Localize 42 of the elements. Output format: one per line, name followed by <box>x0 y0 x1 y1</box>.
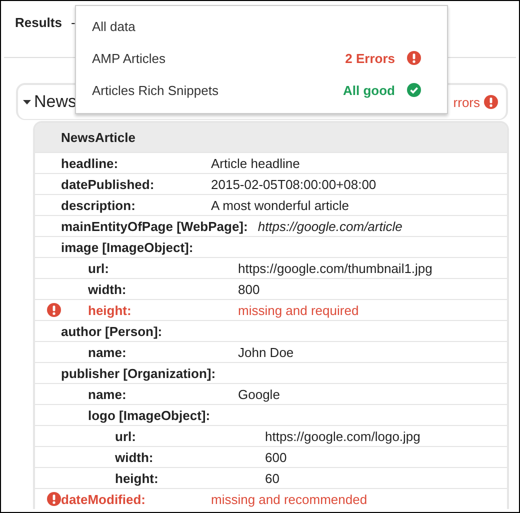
property-name: width: <box>115 450 154 464</box>
menu-item[interactable]: AMP Articles 2 Errors <box>76 42 447 74</box>
status-text: rrors <box>453 94 480 110</box>
property-name: height: <box>88 302 132 318</box>
check-icon <box>407 83 421 97</box>
property-name: headline: <box>61 156 120 170</box>
error-icon <box>407 51 421 65</box>
property-name: datePublished: <box>61 176 156 192</box>
property-value: Article headline <box>211 156 300 170</box>
property-name: description: <box>61 198 136 212</box>
property-value: missing and required <box>238 302 359 318</box>
property-link[interactable]: https://google.com/article <box>258 218 402 234</box>
property-name: author [Person]: <box>61 324 164 338</box>
card-title: News <box>34 92 78 112</box>
error-icon <box>484 95 498 109</box>
property-name: height: <box>115 470 160 486</box>
property-value: Google <box>238 386 280 402</box>
property-name: url: <box>115 428 137 444</box>
menu-item[interactable]: All data <box>76 10 447 42</box>
menu-item[interactable]: Articles Rich Snippets All good <box>76 74 447 106</box>
property-name: dateModified: <box>61 492 146 506</box>
caret-down-icon[interactable] <box>23 98 31 106</box>
type-heading: NewsArticle <box>35 123 507 152</box>
property-name: width: <box>88 282 128 296</box>
property-value: https://google.com/logo.jpg <box>265 428 420 444</box>
property-name: mainEntityOfPage [WebPage]: <box>61 218 248 234</box>
property-value: 600 <box>265 450 287 464</box>
property-name: name: <box>88 344 128 360</box>
separator-text: - <box>70 15 76 30</box>
property-value: 800 <box>238 282 260 296</box>
property-value: missing and recommended <box>211 492 368 506</box>
property-name: logo [ImageObject]: <box>88 408 212 422</box>
property-name: url: <box>88 260 110 276</box>
property-name: publisher [Organization]: <box>61 366 216 380</box>
property-value: John Doe <box>238 344 294 360</box>
property-name: image [ImageObject]: <box>61 240 194 254</box>
property-name: name: <box>88 386 128 402</box>
results-title: Results <box>15 15 62 30</box>
property-value: https://google.com/thumbnail1.jpg <box>238 260 432 276</box>
property-value: A most wonderful article <box>211 198 350 212</box>
property-value: 60 <box>265 470 280 486</box>
property-value: 2015-02-05T08:00:00+08:00 <box>211 176 376 192</box>
